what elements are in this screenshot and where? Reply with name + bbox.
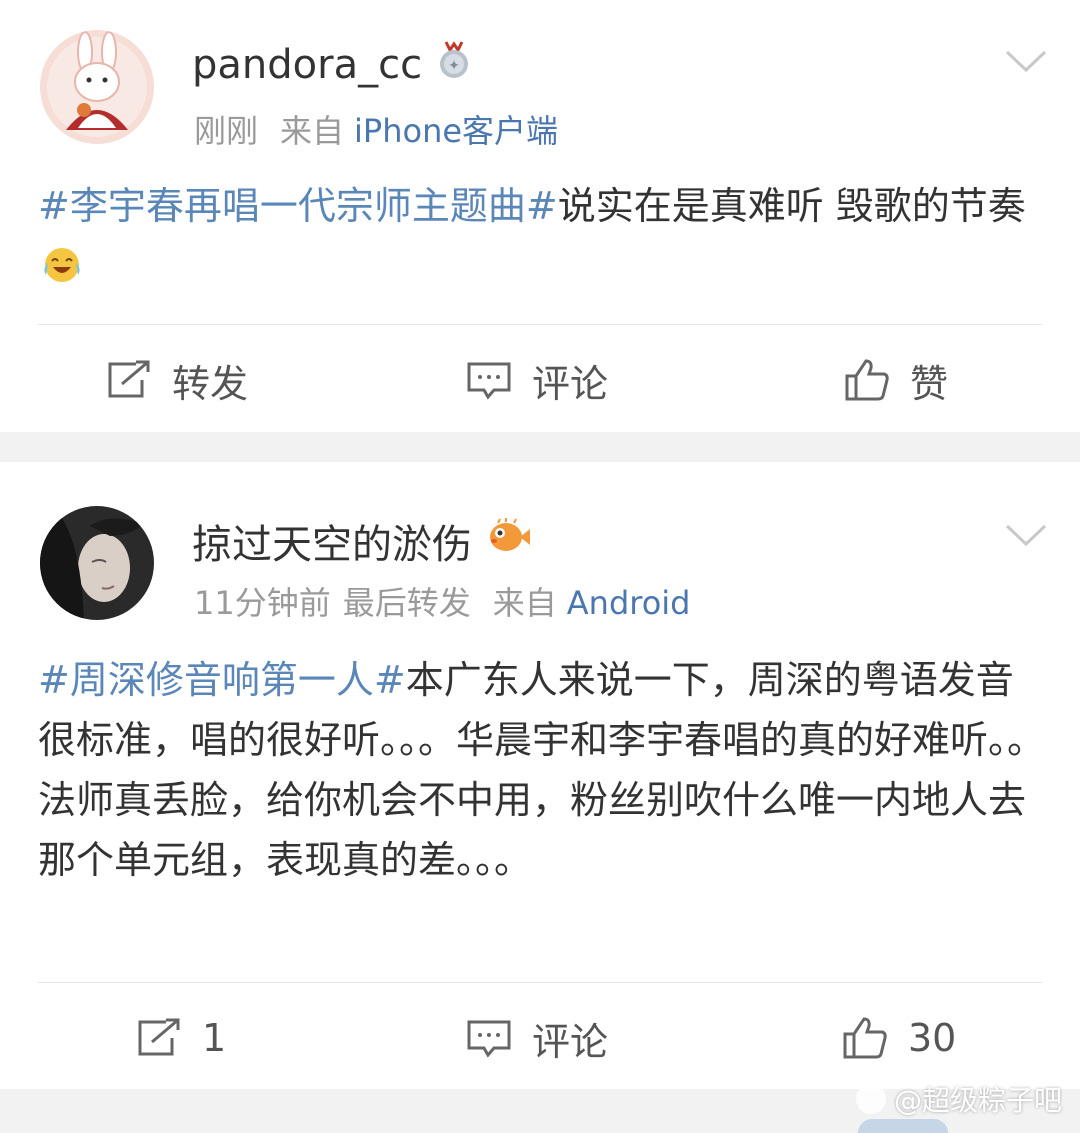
svg-text:✦: ✦ — [448, 58, 460, 74]
weibo-post: 掠过天空的淤伤 11分钟前 最后转发 来自 Android #周深修音响第一人#本广东… — [0, 462, 1080, 1089]
post-text: 说实在是真难听 毁歌的节奏 — [557, 184, 1026, 228]
pufferfish-badge-icon — [486, 517, 532, 565]
username[interactable]: pandora_cc ✦ — [192, 40, 472, 90]
avatar[interactable] — [40, 506, 154, 620]
post-content: #周深修音响第一人#本广东人来说一下，周深的粤语发音很标准，唱的很好听。。。华晨… — [38, 650, 1048, 890]
rabbit-avatar-icon — [40, 30, 154, 144]
post-content: #李宇春再唱一代宗师主题曲#说实在是真难听 毁歌的节奏 — [38, 176, 1048, 302]
comment-button[interactable]: 评论 — [466, 988, 608, 1088]
chevron-down-icon[interactable] — [1004, 48, 1048, 74]
post-separator — [0, 432, 1080, 462]
post-time: 11分钟前 — [194, 584, 331, 622]
repost-icon — [138, 1018, 180, 1056]
post-meta: 刚刚 来自 iPhone客户端 — [194, 106, 558, 152]
repost-button[interactable]: 1 — [136, 988, 226, 1088]
source-link[interactable]: Android — [567, 584, 691, 622]
divider — [38, 982, 1042, 983]
hashtag-link[interactable]: #李宇春再唱一代宗师主题曲# — [38, 184, 558, 228]
username[interactable]: 掠过天空的淤伤 — [192, 512, 532, 570]
source-prefix: 来自 — [492, 584, 557, 622]
action-bar: 1 评论 30 — [0, 988, 1080, 1088]
like-count: 30 — [908, 1016, 957, 1060]
next-avatar-peek — [858, 1119, 948, 1133]
weibo-post: pandora_cc ✦ 刚刚 来自 iPhone客户端 #李宇春再唱一代宗师主题曲… — [0, 0, 1080, 432]
hashtag-link[interactable]: #周深修音响第一人# — [38, 658, 406, 702]
divider — [38, 324, 1042, 325]
post-time: 刚刚 — [194, 112, 259, 150]
post-status: 最后转发 — [342, 584, 471, 622]
chevron-down-icon[interactable] — [1004, 522, 1048, 548]
repost-icon — [108, 360, 150, 398]
like-button[interactable]: 30 — [842, 988, 956, 1088]
weibo-logo-icon — [855, 1084, 886, 1114]
portrait-avatar-icon — [40, 506, 154, 620]
laughing-crying-emoji-icon — [40, 242, 84, 302]
repost-count: 1 — [202, 1016, 227, 1060]
comment-icon — [467, 1020, 511, 1058]
action-bar: 转发 评论 赞 — [0, 330, 1080, 430]
source-prefix: 来自 — [280, 112, 345, 150]
thumbs-up-icon — [843, 1017, 887, 1059]
avatar[interactable] — [40, 30, 154, 144]
repost-button[interactable]: 转发 — [106, 330, 248, 430]
medal-badge-icon: ✦ — [436, 40, 472, 90]
comment-button[interactable]: 评论 — [466, 330, 608, 430]
watermark: @超级粽子吧 — [855, 1079, 1062, 1119]
comment-icon — [467, 362, 511, 400]
thumbs-up-icon — [845, 359, 889, 401]
source-link[interactable]: iPhone客户端 — [354, 112, 558, 150]
like-button[interactable]: 赞 — [844, 330, 948, 430]
post-meta: 11分钟前 最后转发 来自 Android — [194, 578, 690, 624]
